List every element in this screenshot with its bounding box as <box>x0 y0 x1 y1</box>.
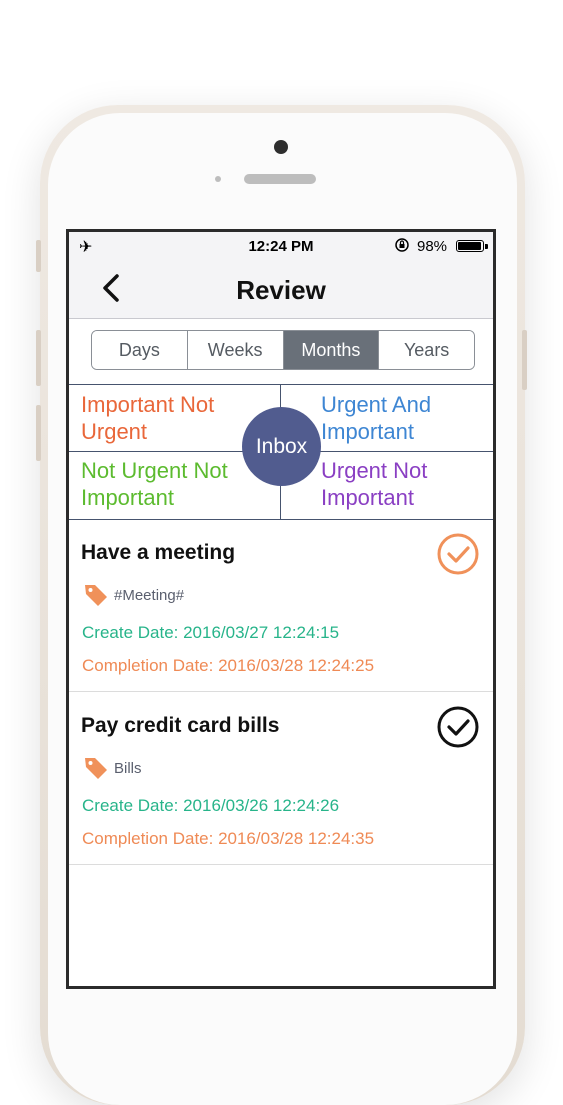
mute-switch <box>36 240 41 272</box>
quadrant-not-urgent-not-important[interactable]: Not Urgent Not Important <box>81 457 271 511</box>
tag-label: Bills <box>114 759 142 777</box>
completion-date: Completion Date: 2016/03/28 12:24:35 <box>82 829 375 848</box>
volume-down-button <box>36 405 41 461</box>
segment-days[interactable]: Days <box>92 331 188 369</box>
battery-percentage: 98% <box>417 238 448 255</box>
rotation-lock-icon <box>395 238 409 252</box>
front-camera <box>274 140 288 154</box>
task-title: Pay credit card bills <box>81 714 280 737</box>
task-tag: #Meeting# <box>82 581 184 609</box>
power-button <box>522 330 527 390</box>
task-tag: Bills <box>82 754 142 782</box>
quadrant-urgent-not-important[interactable]: Urgent Not Important <box>321 457 491 511</box>
create-date: Create Date: 2016/03/26 12:24:26 <box>82 796 340 815</box>
proximity-sensor <box>215 176 221 182</box>
create-date: Create Date: 2016/03/27 12:24:15 <box>82 623 340 642</box>
period-segmented-control: Days Weeks Months Years <box>91 330 475 370</box>
quadrant-urgent-and-important[interactable]: Urgent And Important <box>321 391 491 445</box>
completion-date: Completion Date: 2016/03/28 12:24:25 <box>82 656 375 675</box>
battery-tip <box>485 244 488 249</box>
battery-icon <box>456 240 484 252</box>
inbox-button[interactable]: Inbox <box>242 407 321 486</box>
segment-years[interactable]: Years <box>379 331 474 369</box>
volume-up-button <box>36 330 41 386</box>
page-title: Review <box>236 275 326 305</box>
task-title: Have a meeting <box>81 541 236 564</box>
task-item[interactable]: Pay credit card bills Bills Create Date:… <box>69 692 493 865</box>
earpiece-speaker <box>244 174 316 184</box>
app-screen: ✈ 12:24 PM 98% Review Days Weeks Months … <box>66 229 496 989</box>
status-bar: ✈ 12:24 PM 98% <box>69 232 493 260</box>
tag-label: #Meeting# <box>114 586 185 604</box>
completed-check-icon[interactable] <box>436 705 480 749</box>
navigation-header: ✈ 12:24 PM 98% Review <box>69 232 493 319</box>
task-item[interactable]: Have a meeting #Meeting# Create Date: 20… <box>69 519 493 692</box>
tag-icon <box>85 585 107 606</box>
completed-check-icon[interactable] <box>436 532 480 576</box>
segment-months[interactable]: Months <box>283 331 380 369</box>
tag-icon <box>85 758 107 779</box>
segment-weeks[interactable]: Weeks <box>187 331 284 369</box>
